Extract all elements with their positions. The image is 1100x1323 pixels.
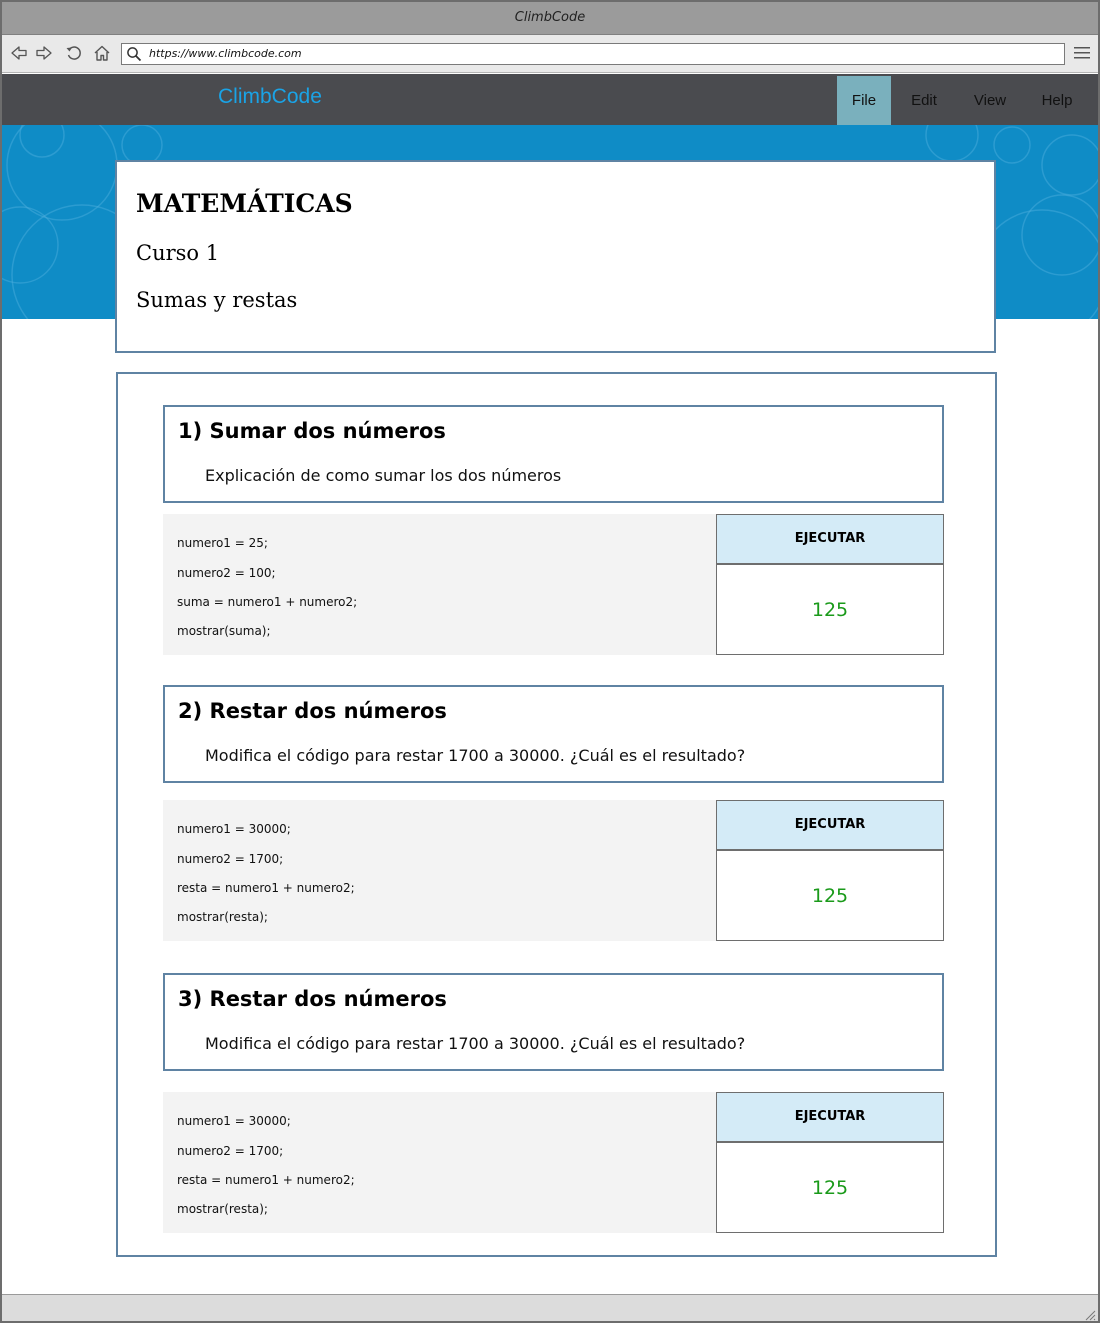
course-name: Curso 1 [136, 241, 220, 265]
browser-window: ClimbCode https://www.climbcode.com Clim… [0, 0, 1100, 1323]
code-line[interactable]: resta = numero1 + numero2; [177, 881, 355, 895]
course-header-card: MATEMÁTICAS Curso 1 Sumas y restas [115, 160, 996, 353]
address-bar[interactable]: https://www.climbcode.com [121, 43, 1065, 65]
code-line[interactable]: mostrar(resta); [177, 910, 268, 924]
code-line[interactable]: mostrar(resta); [177, 1202, 268, 1216]
code-line[interactable]: numero1 = 30000; [177, 822, 291, 836]
run-button[interactable]: EJECUTAR [716, 514, 944, 564]
topic-name: Sumas y restas [136, 288, 298, 312]
code-line[interactable]: numero2 = 100; [177, 566, 276, 580]
home-icon[interactable] [93, 44, 111, 62]
exercise-3-header: 3) Restar dos números Modifica el código… [163, 973, 944, 1071]
result-output: 125 [716, 564, 944, 655]
exercise-1-header: 1) Sumar dos números Explicación de como… [163, 405, 944, 503]
url-text: https://www.climbcode.com [149, 47, 302, 60]
exercise-title: 2) Restar dos números [178, 699, 447, 723]
subject-title: MATEMÁTICAS [136, 189, 353, 218]
exercise-description: Modifica el código para restar 1700 a 30… [205, 746, 746, 765]
code-line[interactable]: numero2 = 1700; [177, 852, 283, 866]
app-header: ClimbCode File Edit View Help [2, 74, 1098, 125]
status-bar [2, 1294, 1098, 1321]
result-output: 125 [716, 1142, 944, 1233]
exercise-2-code-panel: numero1 = 30000; numero2 = 1700; resta =… [163, 800, 944, 941]
menu-edit[interactable]: Edit [898, 76, 950, 125]
search-icon [127, 47, 142, 62]
exercise-description: Explicación de como sumar los dos número… [205, 466, 562, 485]
exercise-list: 1) Sumar dos números Explicación de como… [116, 372, 997, 1257]
result-output: 125 [716, 850, 944, 941]
exercise-title: 1) Sumar dos números [178, 419, 446, 443]
reload-icon[interactable] [65, 44, 83, 62]
window-title: ClimbCode [514, 10, 586, 25]
resize-grip-icon[interactable] [1084, 1309, 1096, 1321]
exercise-2-header: 2) Restar dos números Modifica el código… [163, 685, 944, 783]
menu-file[interactable]: File [837, 76, 891, 125]
menu-view[interactable]: View [962, 76, 1018, 125]
code-line[interactable]: numero2 = 1700; [177, 1144, 283, 1158]
exercise-title: 3) Restar dos números [178, 987, 447, 1011]
menu-help[interactable]: Help [1032, 76, 1082, 125]
back-icon[interactable] [10, 44, 28, 62]
code-line[interactable]: numero1 = 30000; [177, 1114, 291, 1128]
browser-toolbar: https://www.climbcode.com [2, 35, 1098, 73]
exercise-1-code-panel: numero1 = 25; numero2 = 100; suma = nume… [163, 514, 944, 655]
exercise-3-code-panel: numero1 = 30000; numero2 = 1700; resta =… [163, 1092, 944, 1233]
forward-icon[interactable] [35, 44, 53, 62]
code-line[interactable]: resta = numero1 + numero2; [177, 1173, 355, 1187]
exercise-description: Modifica el código para restar 1700 a 30… [205, 1034, 746, 1053]
run-button[interactable]: EJECUTAR [716, 800, 944, 850]
hamburger-menu-icon[interactable] [1074, 46, 1090, 60]
window-titlebar: ClimbCode [2, 2, 1098, 35]
brand-logo[interactable]: ClimbCode [218, 74, 322, 120]
code-line[interactable]: suma = numero1 + numero2; [177, 595, 357, 609]
run-button[interactable]: EJECUTAR [716, 1092, 944, 1142]
code-line[interactable]: mostrar(suma); [177, 624, 271, 638]
code-line[interactable]: numero1 = 25; [177, 536, 268, 550]
